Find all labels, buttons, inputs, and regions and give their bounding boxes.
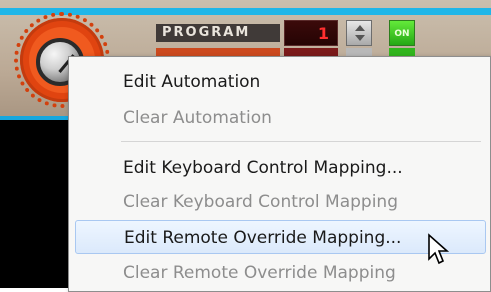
mouse-pointer-icon	[428, 233, 450, 265]
menu-separator	[121, 141, 481, 142]
menu-item-edit-remote-override-mapping[interactable]: Edit Remote Override Mapping...	[75, 220, 486, 254]
chevron-down-icon[interactable]	[355, 35, 365, 41]
program-value-display: 1	[284, 20, 338, 46]
program-label: PROGRAM	[156, 24, 280, 42]
menu-item-clear-automation: Clear Automation	[123, 108, 272, 128]
panel-lower-edge	[0, 116, 68, 288]
chevron-up-icon[interactable]	[355, 25, 365, 31]
program-spinner[interactable]	[346, 20, 372, 46]
menu-item-edit-keyboard-control-mapping[interactable]: Edit Keyboard Control Mapping...	[75, 151, 486, 185]
menu-item-clear-remote-override-mapping: Clear Remote Override Mapping	[123, 263, 396, 283]
menu-item-clear-keyboard-control-mapping: Clear Keyboard Control Mapping	[123, 192, 398, 212]
program-on-button[interactable]: ON	[389, 20, 415, 46]
menu-item-edit-automation[interactable]: Edit Automation	[75, 65, 486, 99]
